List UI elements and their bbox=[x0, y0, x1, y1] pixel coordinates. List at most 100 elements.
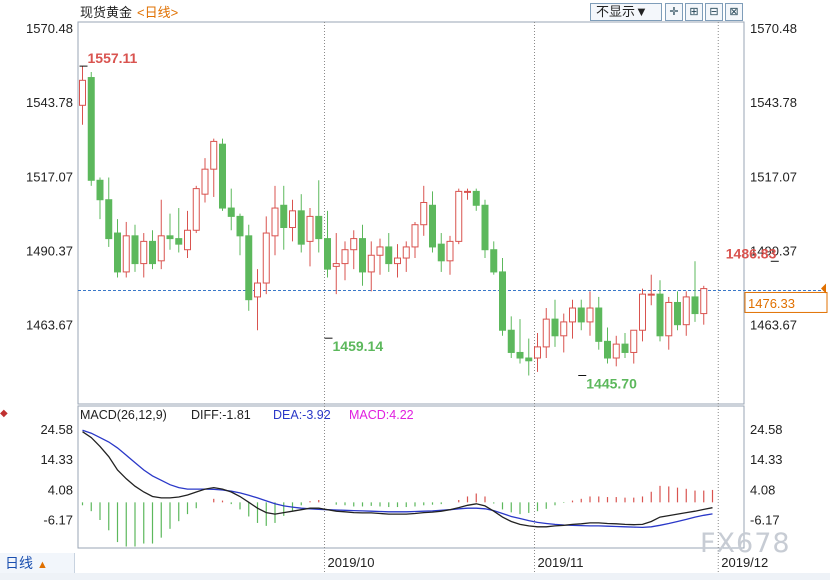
dea-line bbox=[82, 429, 713, 529]
candle-up bbox=[455, 190, 463, 242]
candle-down bbox=[149, 240, 156, 265]
candle-up bbox=[184, 229, 191, 251]
candle-down bbox=[87, 77, 95, 181]
macd-y-tick-left: 24.58 bbox=[40, 422, 73, 437]
price-y-tick-left: 1543.78 bbox=[26, 95, 73, 110]
period-selector-label: 日线 bbox=[5, 555, 33, 571]
candle-up bbox=[350, 238, 358, 251]
macd-y-tick-right: 4.08 bbox=[750, 482, 775, 497]
candle-up bbox=[201, 168, 209, 195]
candle-down bbox=[280, 204, 288, 228]
candle-down bbox=[577, 307, 585, 323]
macd-value-readout: MACD:4.22 bbox=[349, 408, 414, 422]
candle-up bbox=[446, 240, 454, 262]
candle-up bbox=[665, 301, 673, 337]
candle-up bbox=[569, 307, 576, 323]
chart-stage: 2019/10 2019/11 2019/12 1570.48 1570.48 1543.… bbox=[0, 0, 830, 580]
candle-down bbox=[490, 249, 498, 273]
price-y-tick-right: 1463.67 bbox=[750, 318, 797, 333]
candle-up bbox=[639, 293, 646, 331]
candle-down bbox=[656, 293, 664, 337]
chart-period: <日线> bbox=[137, 5, 178, 20]
price-y-tick-left: 1490.37 bbox=[26, 243, 73, 258]
candle-up bbox=[306, 215, 314, 242]
price-panel-frame bbox=[77, 21, 745, 405]
candle-up bbox=[262, 232, 270, 284]
candle-up bbox=[420, 202, 428, 226]
macd-y-tick-right: 14.33 bbox=[750, 452, 783, 467]
x-tick-label: 2019/11 bbox=[538, 555, 584, 570]
candle-up bbox=[367, 254, 375, 273]
candle-down bbox=[621, 343, 629, 353]
annotation-high: 1557.11 bbox=[88, 50, 138, 66]
price-y-tick-left: 1570.48 bbox=[26, 21, 73, 36]
candle-up bbox=[341, 249, 349, 265]
bottom-toolbar bbox=[0, 573, 830, 580]
macd-y-tick-right: 24.58 bbox=[750, 422, 783, 437]
macd-dea-readout: DEA:-3.92 bbox=[273, 408, 331, 422]
annotation-low: 1445.70 bbox=[586, 376, 637, 392]
macd-y-tick-left: 14.33 bbox=[40, 452, 73, 467]
price-y-tick-right: 1570.48 bbox=[750, 21, 797, 36]
candle-down bbox=[114, 232, 121, 273]
candle-up bbox=[542, 318, 550, 348]
candle-up bbox=[402, 246, 410, 259]
price-chart-svg[interactable]: 2019/10 2019/11 2019/121570.48 1570.481543.… bbox=[0, 0, 830, 580]
candle-down bbox=[429, 204, 436, 248]
macd-diff-readout: DIFF:-1.81 bbox=[191, 408, 251, 422]
crosshair-icon[interactable]: ✛ bbox=[665, 3, 683, 21]
annotation-low: 1459.14 bbox=[333, 338, 384, 354]
x-tick-label: 2019/10 bbox=[328, 555, 375, 570]
candle-down bbox=[297, 210, 305, 245]
candle-down bbox=[595, 307, 603, 342]
zoom-reset-icon[interactable]: ⊠ bbox=[725, 3, 743, 21]
candle-down bbox=[236, 215, 244, 237]
candle-down bbox=[499, 271, 506, 331]
watermark: FX678 bbox=[700, 528, 791, 559]
candle-down bbox=[175, 238, 183, 245]
candle-up bbox=[682, 296, 690, 326]
candle-down bbox=[437, 243, 445, 262]
hide-indicator-dropdown[interactable]: 不显示▼ bbox=[590, 3, 662, 21]
candle-up bbox=[192, 188, 200, 231]
price-y-tick-left: 1463.67 bbox=[26, 318, 73, 333]
candle-down bbox=[691, 296, 699, 315]
macd-y-tick-left: 4.08 bbox=[48, 482, 73, 497]
candle-down bbox=[516, 351, 524, 359]
candle-down bbox=[604, 340, 611, 359]
candle-up bbox=[394, 257, 401, 265]
candle-down bbox=[166, 235, 174, 240]
panel-handle-icon: ◆ bbox=[0, 408, 8, 419]
chart-title: 现货黄金 bbox=[80, 5, 132, 20]
zoom-out-icon[interactable]: ⊟ bbox=[705, 3, 723, 21]
zoom-in-icon[interactable]: ⊞ bbox=[685, 3, 703, 21]
candle-down bbox=[472, 190, 480, 206]
candle-up bbox=[157, 235, 165, 262]
candle-up bbox=[586, 307, 594, 323]
candle-up bbox=[411, 224, 419, 248]
candle-up bbox=[254, 282, 261, 298]
period-selector-button[interactable]: 日线 ▲ bbox=[0, 553, 75, 573]
candle-up bbox=[122, 235, 130, 273]
annotation-high: 1486.83 bbox=[726, 245, 777, 261]
candle-down bbox=[507, 329, 515, 353]
candle-up bbox=[464, 190, 471, 193]
price-y-tick-left: 1517.07 bbox=[26, 169, 73, 184]
candle-down bbox=[385, 246, 393, 265]
triangle-up-icon: ▲ bbox=[37, 559, 48, 571]
candle-up bbox=[700, 288, 708, 315]
price-y-tick-right: 1543.78 bbox=[750, 95, 797, 110]
candle-down bbox=[324, 238, 331, 270]
macd-params: MACD(26,12,9) bbox=[80, 408, 167, 422]
candle-up bbox=[210, 140, 218, 170]
candle-down bbox=[525, 357, 533, 362]
candle-down bbox=[315, 215, 323, 240]
price-y-tick-right: 1517.07 bbox=[750, 169, 797, 184]
candle-down bbox=[481, 204, 489, 251]
candle-up bbox=[140, 240, 148, 265]
candle-down bbox=[674, 301, 681, 326]
candle-up bbox=[271, 207, 279, 237]
candle-up bbox=[289, 210, 296, 228]
candle-down bbox=[105, 199, 113, 240]
macd-y-tick-right: -6.17 bbox=[750, 513, 780, 528]
